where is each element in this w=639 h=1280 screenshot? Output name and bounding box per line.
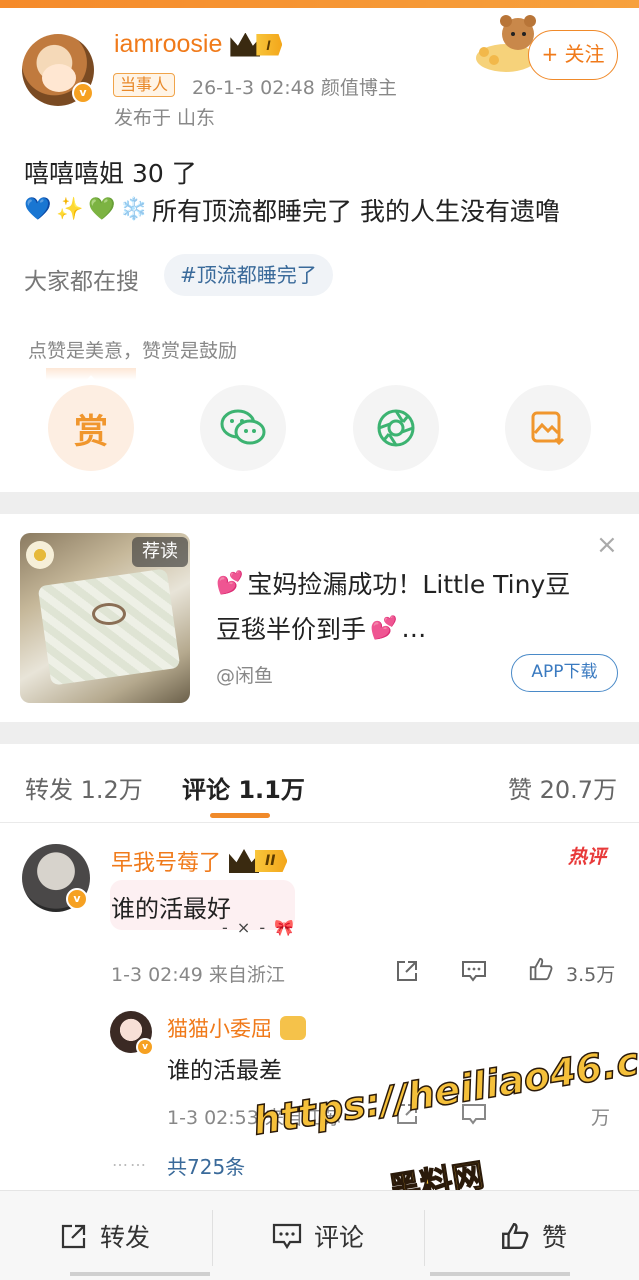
active-tab-indicator — [210, 813, 270, 818]
tab-indicator-line — [430, 1272, 570, 1276]
trending-label: 大家都在搜 — [24, 269, 139, 295]
author-name-row: iamroosie I — [114, 30, 283, 59]
pink-hearts-icon: 💕 — [216, 570, 244, 596]
blue-heart-icon: 💙 — [24, 197, 52, 222]
watermark-url: https://heiliao46.com — [249, 1028, 639, 1144]
tab-reposts[interactable]: 转发 1.2万 — [25, 770, 143, 805]
reply-like-count: 万 — [591, 1107, 611, 1129]
member-badge-icon — [280, 1016, 306, 1040]
section-divider — [0, 722, 639, 744]
follow-button[interactable]: + 关注 — [528, 30, 618, 80]
ad-source: @闲鱼 — [216, 665, 274, 687]
replier-name-row: 猫猫小委屈 — [167, 1013, 306, 1043]
tab-likes[interactable]: 赞 20.7万 — [508, 770, 617, 805]
comment-text: 谁的活最好 — [111, 895, 231, 923]
like-icon — [502, 1223, 529, 1249]
snowflake-icon: ❄️ — [120, 197, 148, 222]
section-divider — [0, 492, 639, 514]
save-image-button[interactable] — [505, 385, 591, 471]
post-location: 发布于 山东 — [114, 107, 216, 129]
tab-indicator-line — [70, 1272, 210, 1276]
tab-comments[interactable]: 评论 1.1万 — [182, 770, 305, 805]
ad-title-line2[interactable]: 豆毯半价到手 💕 … — [216, 610, 426, 646]
bow-decoration: - × - 🎀 — [222, 918, 297, 937]
app-download-button[interactable]: APP下载 — [511, 654, 618, 692]
post-text-line1: 嘻嘻嘻姐 30 了 — [24, 159, 197, 188]
party-tag: 当事人 — [113, 73, 176, 97]
repost-button[interactable]: 转发 — [60, 1218, 150, 1254]
reply-text: 谁的活最差 — [167, 1058, 282, 1084]
reward-button[interactable]: 赏 — [48, 385, 134, 471]
crown-icon — [229, 849, 260, 873]
post-meta: 26-1-3 02:48 颜值博主 — [192, 77, 397, 99]
member-level-badge: I — [230, 32, 283, 57]
like-icon[interactable] — [528, 956, 554, 982]
sparkles-icon: ✨ — [56, 197, 84, 222]
replier-name[interactable]: 猫猫小委屈 — [167, 1013, 272, 1043]
post-text-line2: 💙 ✨ 💚 ❄️ 所有顶流都睡完了 我的人生没有遗噜 — [24, 197, 560, 226]
reward-hint: 点赞是美意，赞赏是鼓励 — [28, 340, 238, 362]
verified-badge-icon: v — [136, 1038, 154, 1056]
share-icon[interactable] — [394, 958, 420, 984]
repost-icon — [61, 1224, 86, 1249]
commenter-name-row: 早我号莓了 II — [111, 845, 288, 877]
bottom-separator — [424, 1210, 425, 1266]
green-heart-icon: 💚 — [88, 197, 116, 222]
verified-badge-icon: v — [72, 82, 94, 104]
verified-badge-icon: v — [66, 888, 88, 910]
comment-icon — [272, 1223, 302, 1250]
share-wechat-button[interactable] — [200, 385, 286, 471]
comment-meta: 1-3 02:49 来自浙江 — [111, 964, 285, 986]
comment-icon[interactable] — [461, 958, 487, 984]
author-name[interactable]: iamroosie — [114, 30, 222, 59]
bottom-separator — [212, 1210, 213, 1266]
close-icon[interactable]: × — [596, 530, 618, 560]
reward-tip-arrow — [46, 368, 136, 380]
pink-hearts-icon: 💕 — [370, 615, 398, 641]
like-button[interactable]: 赞 — [500, 1218, 567, 1254]
hot-comment-badge: 热评 — [568, 846, 607, 868]
ad-badge: 荐读 — [132, 537, 188, 567]
more-replies-dots: …… — [112, 1151, 148, 1170]
wechat-icon — [220, 409, 266, 445]
moments-shutter-icon — [377, 409, 415, 447]
share-moments-button[interactable] — [353, 385, 439, 471]
tab-divider — [0, 822, 639, 823]
commenter-name[interactable]: 早我号莓了 — [111, 845, 221, 877]
crown-icon — [230, 32, 261, 57]
comment-like-count: 3.5万 — [566, 964, 616, 986]
ad-title-line1[interactable]: 💕 宝妈捡漏成功！Little Tiny豆 — [216, 565, 570, 601]
member-level-badge: II — [229, 849, 288, 873]
save-image-icon — [531, 411, 565, 446]
top-accent-bar — [0, 0, 639, 8]
more-replies-link[interactable]: 共725条 — [167, 1151, 245, 1180]
comment-button[interactable]: 评论 — [272, 1218, 364, 1254]
trending-hashtag[interactable]: #顶流都睡完了 — [164, 254, 333, 296]
